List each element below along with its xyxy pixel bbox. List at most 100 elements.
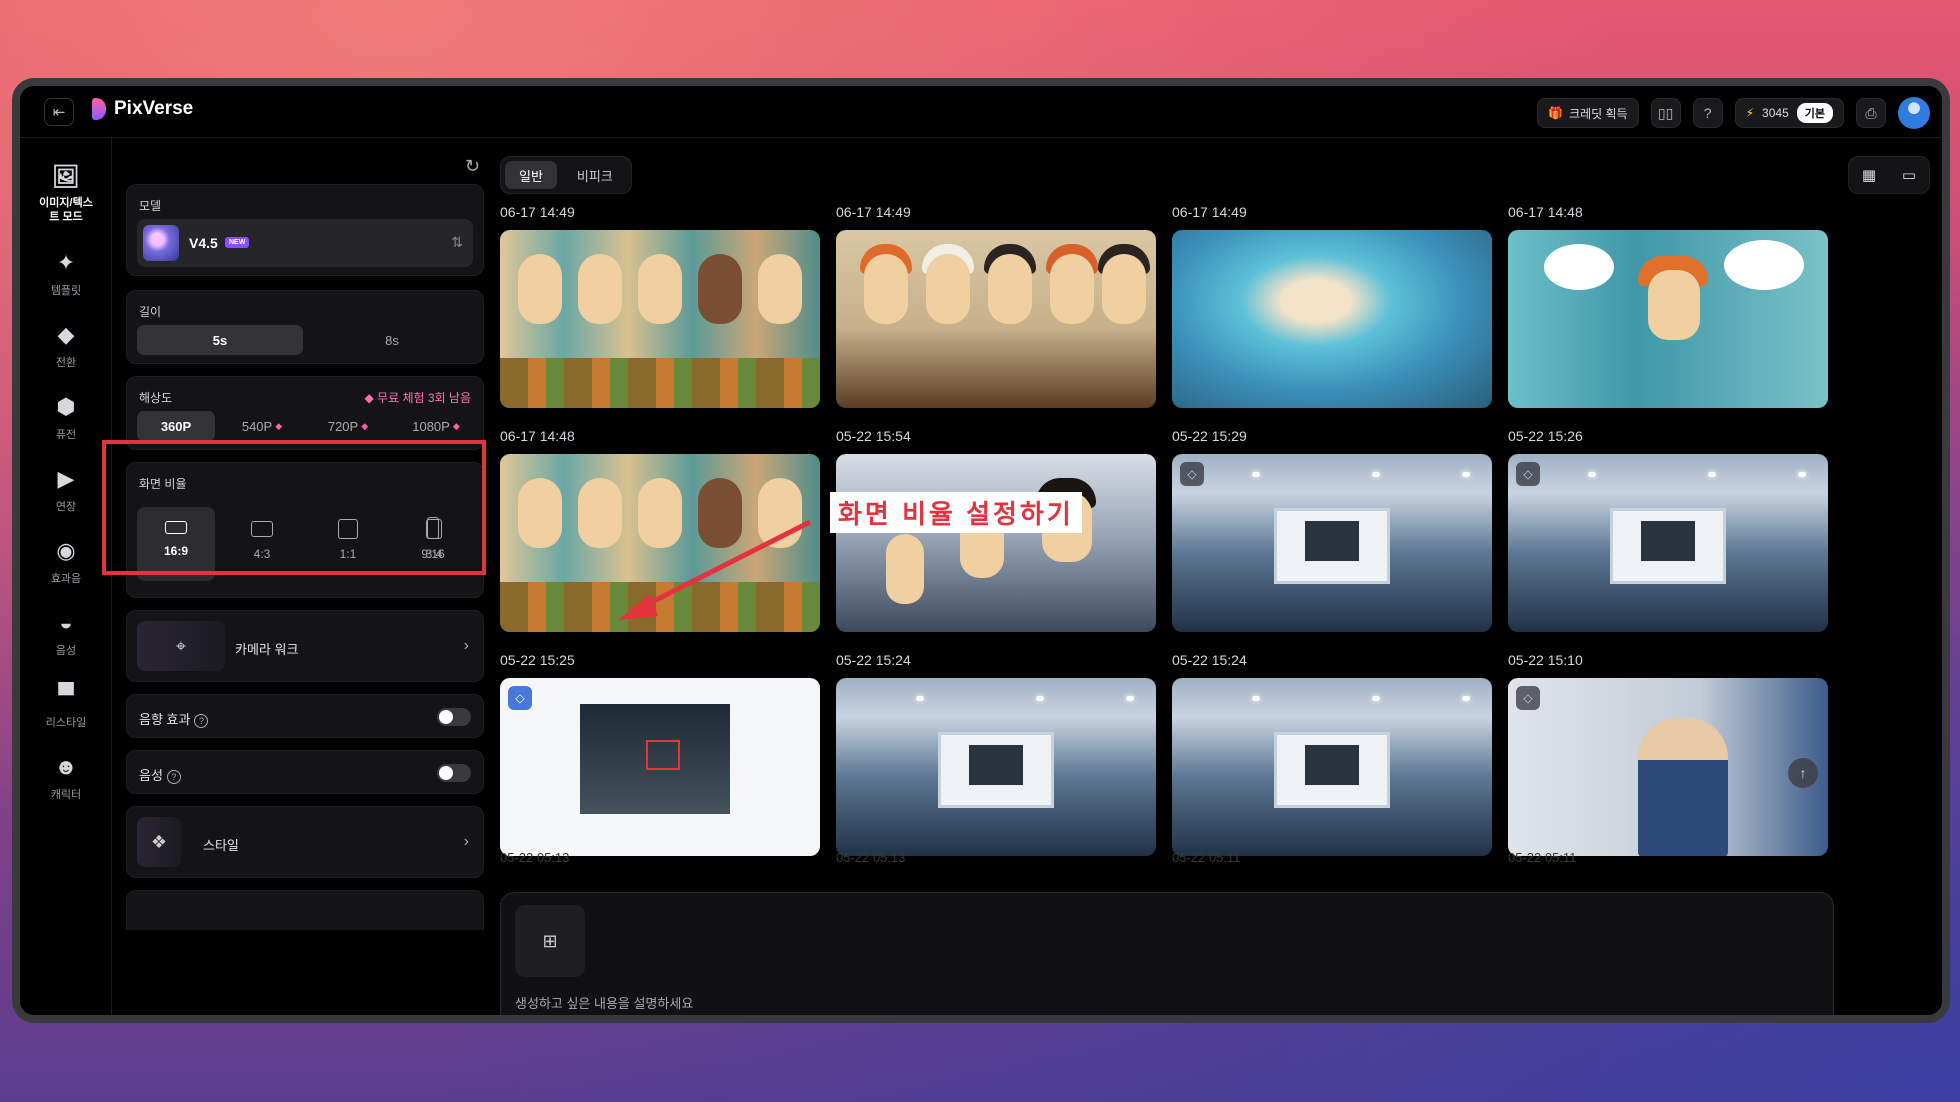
resolution-540p-option[interactable]: 540P ◆ — [223, 411, 301, 441]
ceiling-light — [1462, 472, 1470, 477]
video-thumbnail[interactable] — [836, 454, 1156, 632]
pixverse-logo-icon — [92, 98, 106, 120]
help-icon[interactable]: ? — [1692, 98, 1723, 128]
scroll-top-icon[interactable]: ↑ — [1788, 758, 1818, 788]
style-card[interactable]: ❖ 스타일 › — [126, 806, 484, 878]
rail-item-extend[interactable]: ▶ 연장 — [20, 466, 112, 514]
annotation-highlight-box — [102, 440, 486, 575]
video-thumbnail[interactable] — [500, 230, 820, 408]
video-thumbnail[interactable] — [1172, 678, 1492, 856]
play-extend-icon: ▶ — [57, 466, 75, 491]
voice-label: 음성 — [139, 768, 163, 783]
resolution-360p-option[interactable]: 360P — [137, 411, 215, 441]
logo[interactable]: PixVerse — [92, 98, 193, 120]
resolution-720p-option[interactable]: 720P ◆ — [309, 411, 387, 441]
video-thumbnail[interactable]: ◇ — [500, 678, 820, 856]
voice-toggle[interactable] — [437, 764, 471, 782]
model-thumbnail — [143, 225, 179, 261]
faded-row: 05-22 05:13 05-22 05:13 05-22 05:11 05-2… — [500, 838, 1834, 898]
prompt-input[interactable]: 생성하고 싶은 내용을 설명하세요 — [515, 993, 693, 1012]
video-thumbnail[interactable]: ◇ — [1508, 454, 1828, 632]
top-bar: ⇤ PixVerse 🎁 크레딧 획득 ▯▯ ? ⚡ 3045 기본 ⎙ — [20, 86, 1942, 138]
highlight-square — [646, 740, 680, 770]
tab-normal[interactable]: 일반 — [505, 161, 557, 189]
info-icon[interactable]: ? — [194, 714, 209, 728]
info-icon[interactable]: ? — [166, 770, 181, 784]
rail-item-voice[interactable]: ◒ 음성 — [20, 610, 112, 658]
video-card[interactable]: 05-22 15:26 ◇ — [1508, 428, 1828, 632]
video-card[interactable]: 06-17 14:49 — [500, 204, 820, 408]
rail-item-image-text-mode[interactable]: 🖼 이미지/텍스트 모드 — [20, 164, 112, 224]
credit-count: 3045 — [1762, 106, 1789, 120]
video-thumbnail[interactable] — [836, 230, 1156, 408]
credits-button[interactable]: ⚡ 3045 기본 — [1734, 98, 1844, 128]
free-trial-label: ◆ 무료 체험 3회 남음 — [364, 389, 471, 406]
download-app-icon[interactable]: ⎙ — [1856, 98, 1886, 128]
video-card[interactable]: 05-22 15:24 — [1172, 652, 1492, 856]
video-thumbnail[interactable] — [836, 678, 1156, 856]
pin-icon[interactable]: ◇ — [1516, 462, 1540, 486]
video-card[interactable]: 05-22 15:25 ◇ — [500, 652, 820, 856]
video-thumbnail[interactable] — [1508, 230, 1828, 408]
resolution-label: 540P — [241, 418, 273, 434]
rail-item-sound-effect[interactable]: ◉ 효과음 — [20, 538, 112, 586]
video-card[interactable]: 05-22 15:24 — [836, 652, 1156, 856]
pin-icon[interactable]: ◇ — [1180, 462, 1204, 486]
ceiling-light — [1126, 696, 1134, 701]
list-view-icon[interactable]: ▭ — [1902, 166, 1916, 184]
resolution-card: 해상도 ◆ 무료 체험 3회 남음 360P 540P ◆ 720P ◆ 1080P… — [126, 376, 484, 450]
thumb-face — [988, 254, 1032, 324]
thumb-face — [698, 254, 742, 324]
rail-item-transition[interactable]: ◆ 전환 — [20, 322, 112, 370]
exit-icon[interactable]: ⇤ — [44, 98, 74, 126]
camera-work-card[interactable]: ⌖ 카메라 워크 › — [126, 610, 484, 682]
add-image-icon[interactable]: ⊞ — [515, 905, 585, 977]
tab-off-peak[interactable]: 비피크 — [563, 161, 627, 189]
prompt-box[interactable]: ⊞ 생성하고 싶은 내용을 설명하세요 생성 ⚡ 20 — [500, 892, 1834, 1015]
resolution-label: 720P — [327, 418, 359, 434]
video-thumbnail[interactable] — [1172, 230, 1492, 408]
rail-item-restyle[interactable]: ▀ 리스타일 — [20, 682, 112, 730]
length-5s-option[interactable]: 5s — [137, 325, 303, 355]
rail-item-character[interactable]: ☻ 캐릭터 — [20, 754, 112, 802]
reset-icon[interactable]: ↻ — [465, 156, 480, 177]
video-card[interactable]: 06-17 14:49 — [1172, 204, 1492, 408]
rail-item-template[interactable]: ✦ 템플릿 — [20, 250, 112, 298]
video-card[interactable]: 06-17 14:48 — [500, 428, 820, 632]
gem-icon: ◆ — [361, 420, 369, 431]
avatar[interactable] — [1898, 97, 1930, 129]
smiley-icon: ☻ — [54, 754, 78, 779]
model-selector[interactable]: V4.5 NEW ⇅ — [137, 219, 473, 267]
image-icon: 🖼 — [52, 164, 80, 189]
earn-credits-label: 크레딧 획득 — [1569, 106, 1628, 121]
resolution-label: 360P — [160, 418, 192, 434]
length-8s-option[interactable]: 8s — [309, 325, 475, 355]
video-card[interactable]: 06-17 14:48 — [1508, 204, 1828, 408]
book-icon[interactable]: ▯▯ — [1650, 98, 1681, 128]
grid-view-icon[interactable]: ▦ — [1862, 166, 1876, 184]
video-card[interactable]: 05-22 15:10 ◇ — [1508, 652, 1828, 856]
video-thumbnail[interactable]: ◇ — [1172, 454, 1492, 632]
thumb-face — [638, 478, 682, 548]
video-thumbnail[interactable]: ◇ — [1508, 678, 1828, 856]
video-thumbnail[interactable] — [500, 454, 820, 632]
rail-item-label: 리스타일 — [45, 717, 87, 729]
video-card[interactable]: 05-22 15:29 ◇ — [1172, 428, 1492, 632]
paint-roller-icon: ▀ — [58, 682, 74, 707]
resolution-1080p-option[interactable]: 1080P ◆ — [395, 411, 477, 441]
video-date: 05-22 05:13 — [836, 850, 906, 865]
pin-icon[interactable]: ◇ — [1516, 686, 1540, 710]
earn-credits-button[interactable]: 🎁 크레딧 획득 — [1537, 98, 1639, 128]
rail-item-fusion[interactable]: ⬢ 퓨전 — [20, 394, 112, 442]
video-card[interactable]: 06-17 14:49 — [836, 204, 1156, 408]
ceiling-light — [1372, 696, 1380, 701]
waveform-icon: ◉ — [56, 538, 76, 563]
thumb-face — [518, 254, 562, 324]
voice-card: 음성? — [126, 750, 484, 794]
cube-icon: ⬢ — [56, 394, 76, 419]
sound-effect-toggle[interactable] — [437, 708, 471, 726]
sound-effect-row: 음향 효과? — [139, 709, 209, 728]
video-date: 06-17 14:49 — [1172, 204, 1247, 220]
app-name: PixVerse — [114, 98, 194, 119]
pin-icon[interactable]: ◇ — [508, 686, 532, 710]
